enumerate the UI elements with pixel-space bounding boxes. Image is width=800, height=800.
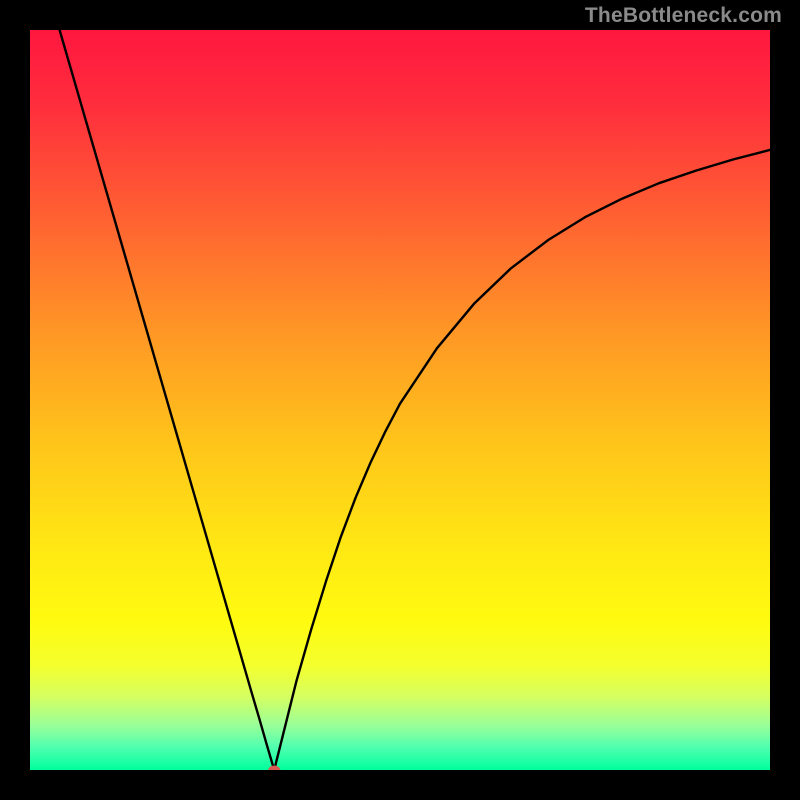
chart-plot — [30, 30, 770, 770]
watermark: TheBottleneck.com — [585, 4, 782, 28]
gradient-background — [30, 30, 770, 770]
chart-frame: TheBottleneck.com — [0, 0, 800, 800]
